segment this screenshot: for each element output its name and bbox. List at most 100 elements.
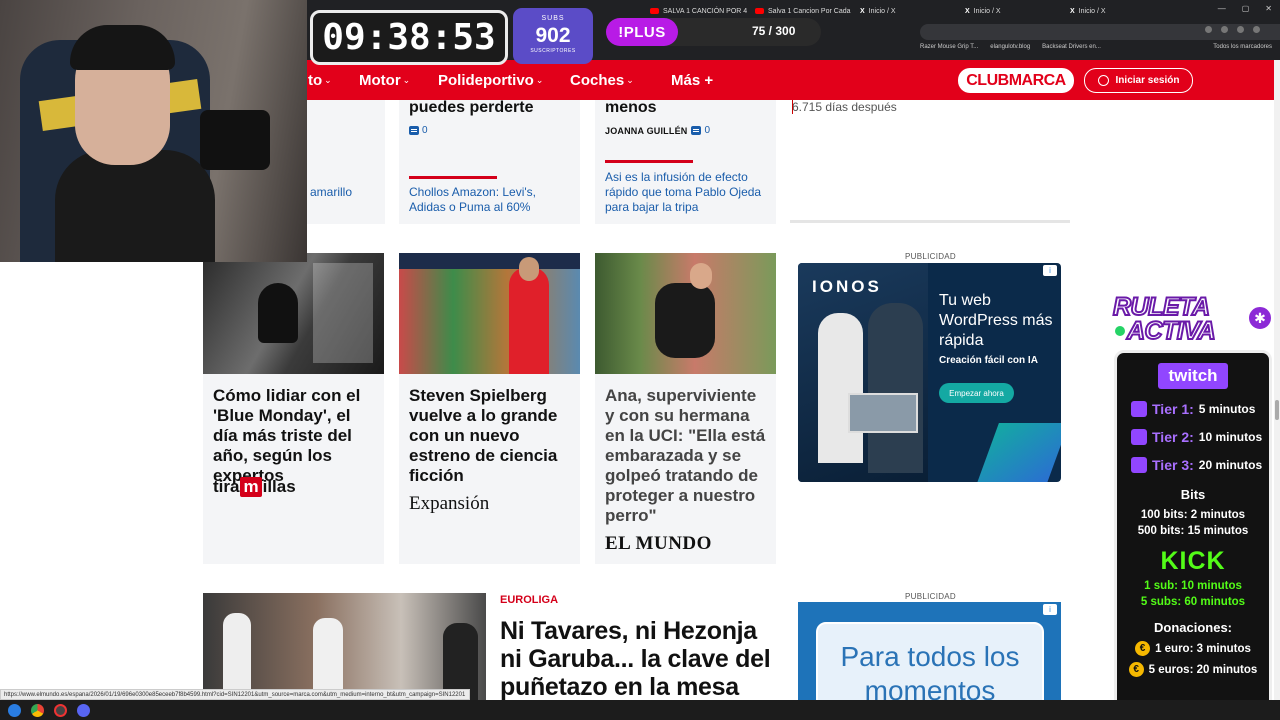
tier-row: Tier 2: 10 minutos xyxy=(1117,429,1269,445)
user-icon xyxy=(1097,75,1109,86)
donations-heading: Donaciones: xyxy=(1153,620,1232,635)
comments-count[interactable]: 0 xyxy=(691,125,710,136)
feature-image[interactable] xyxy=(203,593,486,700)
ad-info-icon[interactable]: i xyxy=(1043,604,1057,615)
tab-youtube-2[interactable]: Salva 1 Cancion Por Cada xyxy=(755,3,855,19)
bits-heading: Bits xyxy=(1180,487,1206,502)
x-icon: X xyxy=(1070,7,1075,15)
source-logo-tiramillas[interactable]: tira m illas xyxy=(213,477,296,497)
plus-goal: !PLUS 75 / 300 xyxy=(606,18,821,46)
maximize-icon[interactable]: ▢ xyxy=(1242,4,1250,13)
tier-row: Tier 1: 5 minutos xyxy=(1117,401,1269,417)
nav-item-coches[interactable]: Coches ⌄ xyxy=(570,72,634,89)
taskbar xyxy=(0,700,1280,720)
person-head xyxy=(690,263,712,289)
article-card[interactable]: Steven Spielberg vuelve a lo grande con … xyxy=(399,253,580,564)
article-image[interactable] xyxy=(399,253,580,374)
discord-icon[interactable] xyxy=(77,703,90,717)
tab-x-1[interactable]: X Inicio / X xyxy=(860,3,960,19)
youtube-icon xyxy=(755,8,764,14)
window-controls[interactable]: — ▢ ✕ xyxy=(1218,4,1272,13)
tv-banner xyxy=(399,253,580,269)
nav-item-motor[interactable]: Motor ⌄ xyxy=(359,72,410,89)
x-icon: X xyxy=(965,7,970,15)
close-icon[interactable]: ✕ xyxy=(1265,4,1272,13)
bits-row: 500 bits: 15 minutos xyxy=(1137,525,1249,537)
wheel-icon: ✱ xyxy=(1247,305,1273,331)
donation-row: €1 euro: 3 minutos xyxy=(1117,641,1269,656)
ad-info-icon[interactable]: i xyxy=(1043,265,1057,276)
source-logo-elmundo[interactable]: EL MUNDO xyxy=(605,533,712,555)
ad-cta-button[interactable]: Empezar ahora xyxy=(939,383,1014,403)
article-image[interactable] xyxy=(595,253,776,374)
ionos-logo: IONOS xyxy=(812,277,882,296)
nav-item-polideportivo[interactable]: Polideportivo ⌄ xyxy=(438,72,543,89)
all-bookmarks[interactable]: Todos los marcadores xyxy=(1213,44,1272,50)
ruleta-banner: RULETA ACTIVA ✱ xyxy=(1112,294,1274,349)
link-status-bar: https://www.elmundo.es/espana/2026/01/19… xyxy=(0,689,470,700)
minimize-icon[interactable]: — xyxy=(1218,4,1226,13)
person-body xyxy=(55,150,215,262)
article-title[interactable]: Steven Spielberg vuelve a lo grande con … xyxy=(409,386,569,486)
article-card[interactable]: puedes perderte 0 Chollos Amazon: Levi's… xyxy=(399,98,580,224)
extension-icon[interactable] xyxy=(1237,26,1244,33)
scrollbar[interactable] xyxy=(1274,60,1280,700)
bookmark-item[interactable]: elangulotv.blog xyxy=(990,44,1030,50)
bookmark-item[interactable]: Backseat Drivers en... xyxy=(1042,44,1101,50)
article-title[interactable]: puedes perderte xyxy=(409,98,533,117)
article-card[interactable]: Ana, superviviente y con su hermana en l… xyxy=(595,253,776,564)
nav-item-mas[interactable]: Más + xyxy=(671,72,713,89)
bookmark-item[interactable]: Razer Mouse Grip T... xyxy=(920,44,978,50)
divider xyxy=(605,160,693,163)
tab-x-2[interactable]: X Inicio / X xyxy=(965,3,1065,19)
chevron-down-icon: ⌄ xyxy=(535,75,544,85)
source-logo-expansion[interactable]: Expansión xyxy=(409,493,489,515)
ad-banner[interactable]: Para todos los momentos i xyxy=(798,602,1061,702)
twitch-icon xyxy=(1131,429,1147,445)
extension-icon[interactable] xyxy=(1221,26,1228,33)
article-card-partial[interactable]: amarillo xyxy=(300,100,385,224)
related-link[interactable]: Chollos Amazon: Levi's, Adidas o Puma al… xyxy=(409,185,569,215)
clubmarca-logo[interactable]: CLUBMARCA xyxy=(958,68,1074,93)
euro-icon: € xyxy=(1135,641,1151,656)
article-kicker[interactable]: EUROLIGA xyxy=(500,594,558,606)
chevron-down-icon: ⌄ xyxy=(324,75,332,85)
tab-youtube-1[interactable]: SALVA 1 CANCIÓN POR 4 xyxy=(650,3,750,19)
laptop xyxy=(848,393,918,433)
article-image[interactable] xyxy=(203,253,384,374)
player xyxy=(223,613,251,700)
divider xyxy=(409,176,497,179)
divider xyxy=(792,100,793,114)
article-title[interactable]: Ana, superviviente y con su hermana en l… xyxy=(605,386,770,526)
subs-label: SUBS xyxy=(541,15,565,22)
ad-headline: Tu web WordPress más rápida xyxy=(939,292,1053,349)
related-link[interactable]: amarillo xyxy=(310,185,352,200)
scrollbar-thumb[interactable] xyxy=(1275,400,1279,420)
article-card[interactable]: menos JOANNA GUILLÉN 0 Asi es la infusió… xyxy=(595,98,776,224)
comments-count[interactable]: 0 xyxy=(409,125,428,136)
browser-toolbar-icons[interactable] xyxy=(1205,26,1260,33)
tab-x-3[interactable]: X Inicio / X xyxy=(1070,3,1160,19)
extension-icon[interactable] xyxy=(1205,26,1212,33)
article-title[interactable]: menos xyxy=(605,98,657,117)
login-button[interactable]: Iniciar sesión xyxy=(1084,68,1193,93)
feature-title[interactable]: Ni Tavares, ni Hezonja ni Garuba... la c… xyxy=(500,617,780,701)
start-icon[interactable] xyxy=(8,703,21,717)
donation-row: €5 euros: 20 minutos xyxy=(1117,662,1269,677)
ad-text: Para todos los momentos xyxy=(816,622,1044,702)
chrome-icon[interactable] xyxy=(31,703,44,717)
profile-icon[interactable] xyxy=(1253,26,1260,33)
article-card[interactable]: Cómo lidiar con el 'Blue Monday', el día… xyxy=(203,253,384,564)
obs-icon[interactable] xyxy=(54,703,67,717)
bookmarks-bar: Razer Mouse Grip T... elangulotv.blog Ba… xyxy=(920,44,1101,50)
author-name[interactable]: JOANNA GUILLÉN xyxy=(605,126,687,136)
window-light xyxy=(313,263,373,363)
person-hair xyxy=(70,25,175,70)
person-silhouette xyxy=(258,283,298,343)
related-link[interactable]: Asi es la infusión de efecto rápido que … xyxy=(605,170,770,215)
article-title[interactable]: Cómo lidiar con el 'Blue Monday', el día… xyxy=(213,386,378,486)
ad-ionos[interactable]: IONOS Tu web WordPress más rápida Creaci… xyxy=(798,263,1061,482)
nav-item-partial[interactable]: to ⌄ xyxy=(308,72,332,89)
sidebar-text[interactable]: 6.715 días después xyxy=(792,100,897,114)
article-meta: JOANNA GUILLÉN 0 xyxy=(605,125,710,136)
